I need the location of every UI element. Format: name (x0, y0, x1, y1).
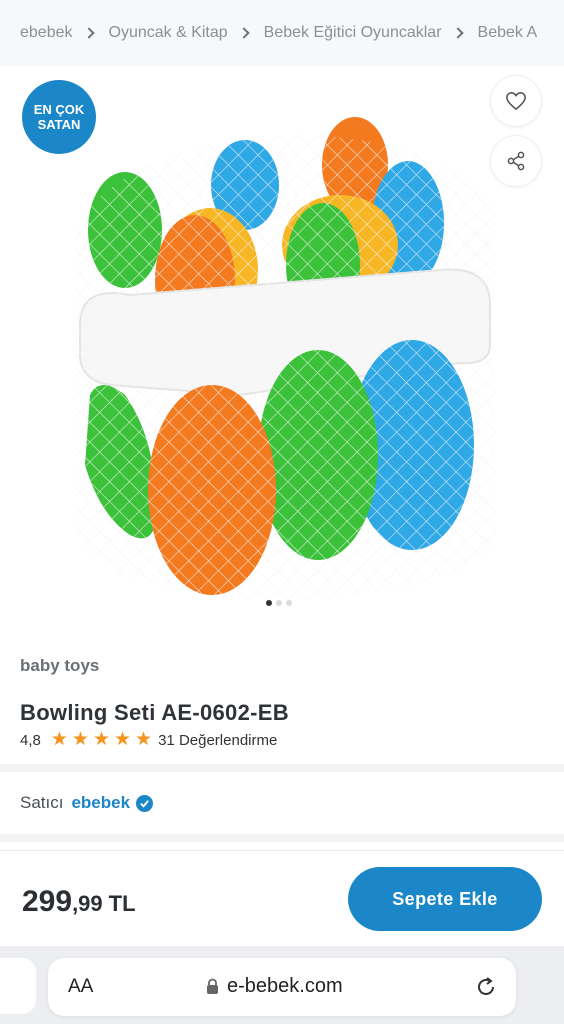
star-icon: ★ (71, 729, 89, 750)
lock-icon (207, 978, 218, 994)
star-icon: ★ (50, 729, 68, 750)
product-brand[interactable]: baby toys (20, 656, 99, 676)
price-decimal: ,99 (72, 891, 103, 916)
pagination-dot[interactable] (276, 600, 282, 606)
url-text: e-bebek.com (227, 975, 343, 997)
share-icon (507, 151, 525, 171)
browser-tab-preview[interactable] (0, 958, 36, 1014)
browser-toolbar: AA e-bebek.com (0, 946, 564, 1024)
url-display[interactable]: e-bebek.com (206, 975, 343, 998)
pagination-dot[interactable] (286, 600, 292, 606)
product-price: 299,99 TL (22, 885, 136, 919)
star-icon: ★ (135, 729, 153, 750)
heart-icon (506, 92, 526, 111)
price-bar: 299,99 TL Sepete Ekle (0, 850, 564, 946)
text-size-button[interactable]: AA (68, 976, 93, 998)
gallery-pagination[interactable] (266, 600, 292, 606)
breadcrumb-item-baby[interactable]: Bebek A (478, 24, 538, 42)
price-currency: TL (108, 891, 136, 916)
add-to-cart-button[interactable]: Sepete Ekle (348, 867, 542, 931)
rating-stars: ★ ★ ★ ★ ★ (51, 730, 152, 750)
review-count[interactable]: 31 Değerlendirme (158, 732, 277, 749)
section-divider (0, 834, 564, 842)
seller-label: Satıcı (20, 793, 64, 812)
chevron-right-icon (451, 27, 464, 39)
rating-row[interactable]: 4,8 ★ ★ ★ ★ ★ 31 Değerlendirme (20, 730, 277, 750)
breadcrumb-item-educational-toys[interactable]: Bebek Eğitici Oyuncaklar (264, 24, 442, 42)
breadcrumb: ebebek Oyuncak & Kitap Bebek Eğitici Oyu… (0, 0, 564, 66)
price-integer: 299 (22, 885, 73, 918)
breadcrumb-item-home[interactable]: ebebek (20, 24, 73, 42)
seller-row[interactable]: Satıcı ebebek (20, 793, 154, 813)
verified-check-icon (136, 794, 154, 812)
star-icon: ★ (92, 729, 110, 750)
product-image[interactable] (70, 105, 500, 605)
address-bar[interactable]: AA e-bebek.com (48, 958, 516, 1016)
rating-value: 4,8 (20, 731, 41, 749)
pagination-dot-active[interactable] (266, 600, 272, 606)
star-icon: ★ (114, 729, 132, 750)
breadcrumb-item-toys-books[interactable]: Oyuncak & Kitap (109, 24, 228, 42)
chevron-right-icon (82, 27, 95, 39)
reload-icon[interactable] (474, 975, 498, 999)
seller-name[interactable]: ebebek (71, 793, 130, 813)
section-divider (0, 764, 564, 772)
product-title: Bowling Seti AE-0602-EB (20, 700, 289, 725)
chevron-right-icon (238, 27, 250, 39)
